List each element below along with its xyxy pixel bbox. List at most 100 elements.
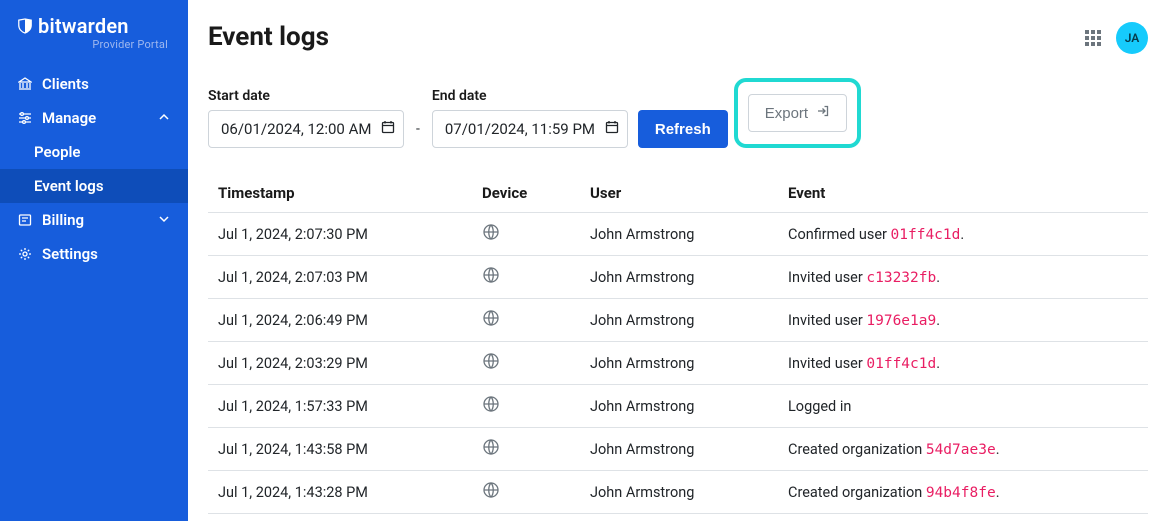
- sidebar-nav: Clients Manage People Event logs Billing: [0, 67, 188, 271]
- event-id[interactable]: 01ff4c1d: [866, 356, 936, 372]
- logo[interactable]: bitwarden: [18, 16, 170, 36]
- event-id[interactable]: c13232fb: [866, 270, 936, 286]
- event-text: Invited user: [788, 312, 866, 329]
- globe-icon: [482, 223, 500, 241]
- refresh-button[interactable]: Refresh: [638, 110, 728, 148]
- event-id[interactable]: 54d7ae3e: [926, 442, 996, 458]
- event-id[interactable]: 94b4f8fe: [926, 485, 996, 501]
- export-button-label: Export: [765, 105, 808, 122]
- export-highlight: Export: [734, 78, 861, 148]
- start-date-input[interactable]: 06/01/2024, 12:00 AM: [208, 110, 404, 148]
- chevron-up-icon: [158, 109, 170, 127]
- calendar-icon[interactable]: [605, 120, 619, 138]
- refresh-button-label: Refresh: [655, 121, 711, 138]
- globe-icon: [482, 309, 500, 327]
- cell-user: John Armstrong: [582, 514, 780, 521]
- table-row: Jul 1, 2024, 1:41:03 PM John ArmstrongCre…: [208, 514, 1148, 521]
- sidebar-item-clients[interactable]: Clients: [0, 67, 188, 101]
- cell-event: Created organization 54d7ae3e.: [780, 428, 1148, 471]
- calendar-icon[interactable]: [381, 120, 395, 138]
- cell-device: [474, 299, 582, 342]
- event-suffix: .: [936, 312, 940, 329]
- table-row: Jul 1, 2024, 2:03:29 PMJohn ArmstrongInv…: [208, 342, 1148, 385]
- sidebar-item-manage[interactable]: Manage: [0, 101, 188, 135]
- cell-timestamp: Jul 1, 2024, 1:43:28 PM: [208, 471, 474, 514]
- cell-timestamp: Jul 1, 2024, 1:41:03 PM: [208, 514, 474, 521]
- event-id[interactable]: 1976e1a9: [866, 313, 936, 329]
- cell-event: Logged in: [780, 385, 1148, 428]
- header-actions: JA: [1084, 22, 1148, 54]
- brand-name: bitwarden: [38, 16, 129, 36]
- cell-user: John Armstrong: [582, 428, 780, 471]
- cell-device: [474, 428, 582, 471]
- cell-device: [474, 256, 582, 299]
- logo-block: bitwarden Provider Portal: [0, 0, 188, 61]
- globe-icon: [482, 266, 500, 284]
- cell-event: Invited user c13232fb.: [780, 256, 1148, 299]
- event-suffix: .: [996, 484, 1000, 501]
- sidebar-item-label: Settings: [42, 245, 98, 263]
- cell-event: Confirmed user 01ff4c1d.: [780, 213, 1148, 256]
- event-suffix: .: [996, 441, 1000, 458]
- sidebar-item-settings[interactable]: Settings: [0, 237, 188, 271]
- event-id[interactable]: 01ff4c1d: [891, 227, 961, 243]
- filter-bar: Start date 06/01/2024, 12:00 AM - End da…: [208, 78, 1148, 148]
- column-header-timestamp: Timestamp: [208, 174, 474, 213]
- cell-device: [474, 385, 582, 428]
- page-title: Event logs: [208, 22, 1148, 52]
- chevron-down-icon: [158, 211, 170, 229]
- cell-timestamp: Jul 1, 2024, 2:06:49 PM: [208, 299, 474, 342]
- event-text: Confirmed user: [788, 226, 891, 243]
- bank-icon: [18, 77, 32, 91]
- cell-device: [474, 471, 582, 514]
- globe-icon: [482, 395, 500, 413]
- cell-timestamp: Jul 1, 2024, 1:57:33 PM: [208, 385, 474, 428]
- event-text: Logged in: [788, 398, 851, 415]
- event-suffix: .: [936, 269, 940, 286]
- sidebar-item-billing[interactable]: Billing: [0, 203, 188, 237]
- avatar[interactable]: JA: [1116, 22, 1148, 54]
- table-row: Jul 1, 2024, 2:07:30 PMJohn ArmstrongCon…: [208, 213, 1148, 256]
- start-date-label: Start date: [208, 88, 404, 104]
- end-date-field: End date 07/01/2024, 11:59 PM: [432, 88, 628, 148]
- cell-event: Created organization 94b4f8fe.: [780, 471, 1148, 514]
- billing-icon: [18, 213, 32, 227]
- export-icon: [816, 104, 830, 122]
- sidebar-item-label: Billing: [42, 211, 84, 229]
- date-range-dash: -: [414, 110, 422, 148]
- main-content: JA Event logs Start date 06/01/2024, 12:…: [188, 0, 1168, 521]
- cell-user: John Armstrong: [582, 385, 780, 428]
- table-row: Jul 1, 2024, 1:57:33 PM John Armstrong Log…: [208, 385, 1148, 428]
- start-date-field: Start date 06/01/2024, 12:00 AM: [208, 88, 404, 148]
- cell-timestamp: Jul 1, 2024, 1:43:58 PM: [208, 428, 474, 471]
- event-text: Invited user: [788, 269, 866, 286]
- sidebar-item-label: Clients: [42, 75, 89, 93]
- cell-user: John Armstrong: [582, 299, 780, 342]
- apps-icon[interactable]: [1084, 29, 1102, 47]
- export-button[interactable]: Export: [748, 94, 847, 132]
- cell-timestamp: Jul 1, 2024, 2:07:03 PM: [208, 256, 474, 299]
- end-date-value: 07/01/2024, 11:59 PM: [445, 120, 595, 138]
- cell-event: Created organization 0d47eb35.: [780, 514, 1148, 521]
- gear-icon: [18, 247, 32, 261]
- cell-user: John Armstrong: [582, 213, 780, 256]
- cell-device: [474, 342, 582, 385]
- end-date-input[interactable]: 07/01/2024, 11:59 PM: [432, 110, 628, 148]
- sidebar-item-label: People: [34, 143, 81, 161]
- cell-timestamp: Jul 1, 2024, 2:03:29 PM: [208, 342, 474, 385]
- sidebar-item-event-logs[interactable]: Event logs: [0, 169, 188, 203]
- table-row: Jul 1, 2024, 2:07:03 PMJohn ArmstrongInv…: [208, 256, 1148, 299]
- event-suffix: .: [960, 226, 964, 243]
- cell-device: [474, 213, 582, 256]
- sliders-icon: [18, 111, 32, 125]
- brand-subtitle: Provider Portal: [18, 38, 170, 51]
- sidebar-item-label: Manage: [42, 109, 96, 127]
- column-header-event: Event: [780, 174, 1148, 213]
- event-text: Created organization: [788, 441, 926, 458]
- end-date-label: End date: [432, 88, 628, 104]
- avatar-initials: JA: [1125, 31, 1140, 45]
- globe-icon: [482, 481, 500, 499]
- event-suffix: .: [936, 355, 940, 372]
- sidebar-item-people[interactable]: People: [0, 135, 188, 169]
- cell-timestamp: Jul 1, 2024, 2:07:30 PM: [208, 213, 474, 256]
